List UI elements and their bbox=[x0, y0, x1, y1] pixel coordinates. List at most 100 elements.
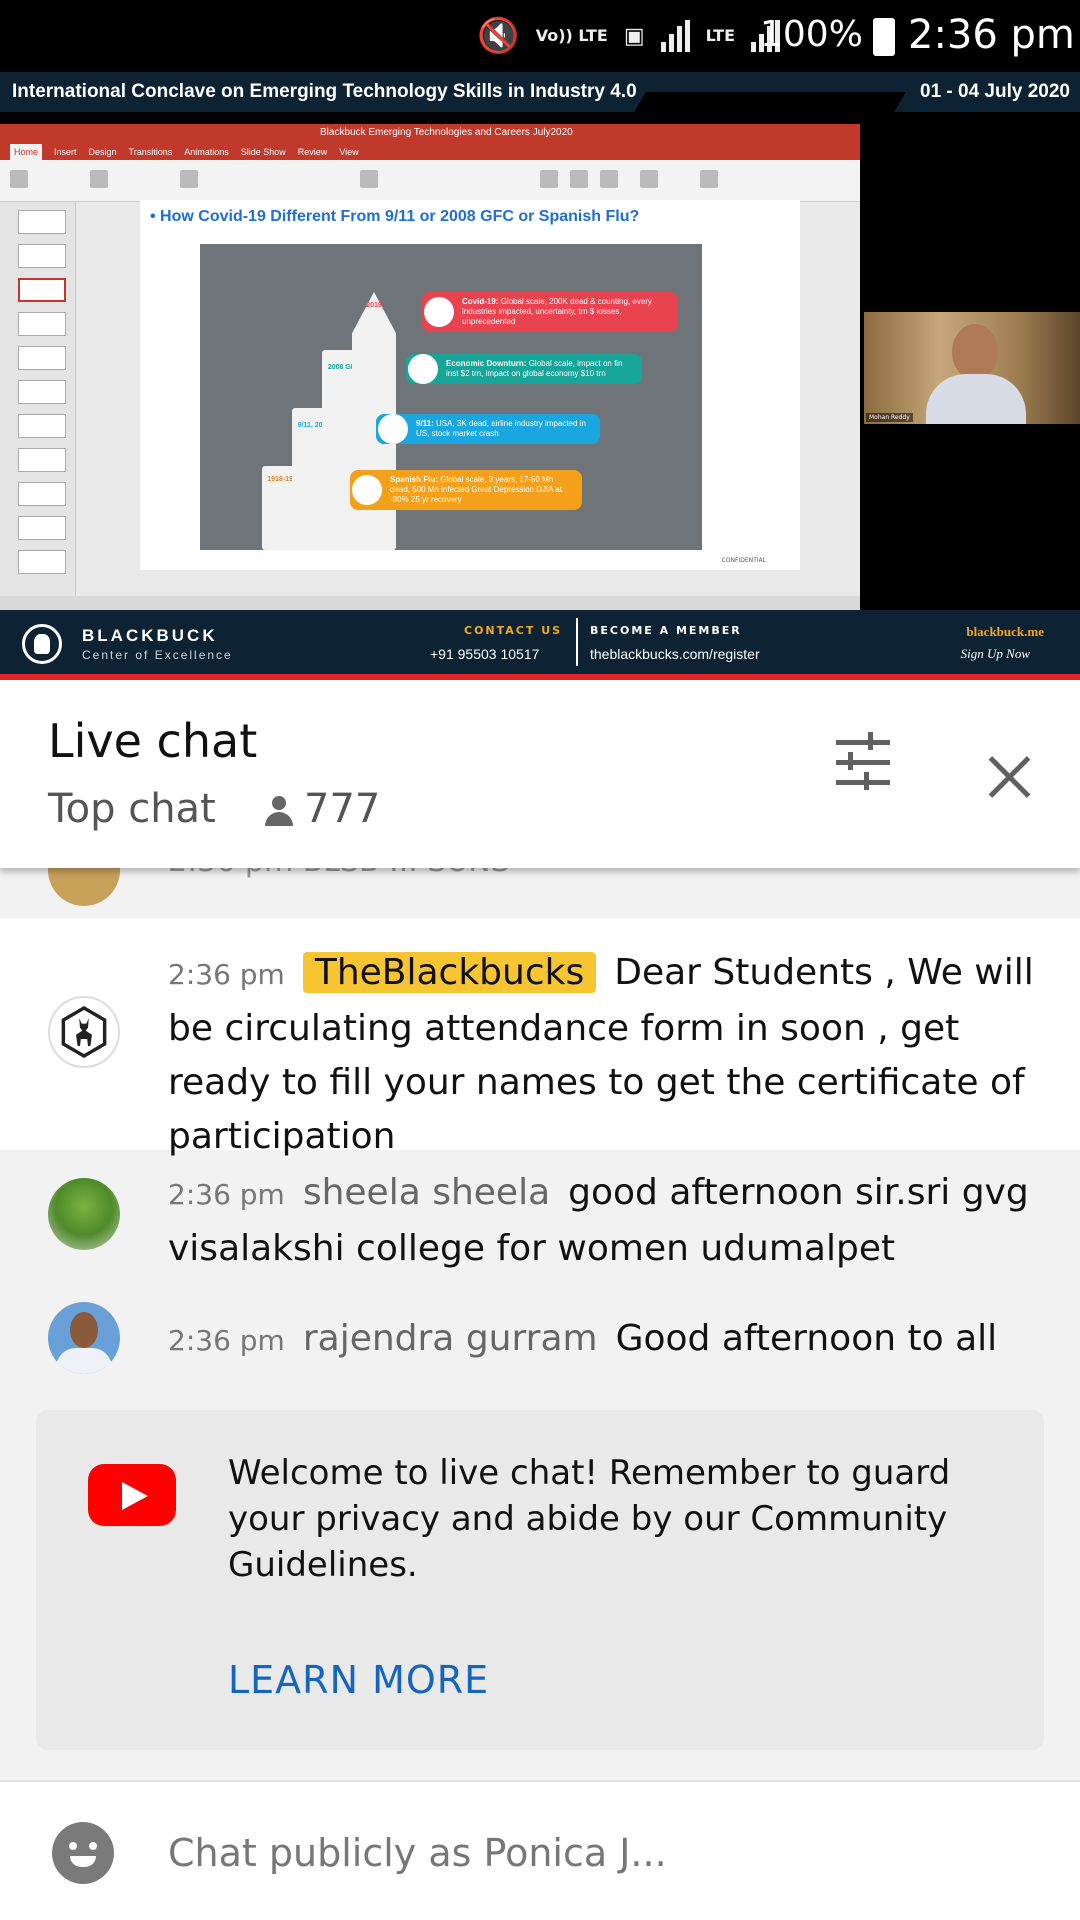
callout-economic: Economic Downturn: Global scale, impact … bbox=[406, 354, 642, 384]
shape-fill-icon bbox=[700, 170, 718, 188]
chat-title: Live chat bbox=[48, 714, 258, 768]
slide-thumbnail bbox=[18, 312, 66, 336]
avatar[interactable] bbox=[48, 1178, 120, 1250]
ppt-tab: Insert bbox=[54, 147, 77, 157]
battery-icon bbox=[873, 18, 895, 56]
font-icon bbox=[180, 170, 198, 188]
callout-heading: Covid-19: bbox=[462, 297, 499, 306]
message-text: Good afternoon to all bbox=[615, 1318, 998, 1359]
ppt-ribbon-tabs: Home Insert Design Transitions Animation… bbox=[0, 144, 860, 160]
ppt-titlebar: Blackbuck Emerging Technologies and Care… bbox=[0, 124, 860, 144]
chat-message-partial: 2:36 pm BLSB ... SUNS bbox=[0, 868, 1080, 918]
conference-dates: 01 - 04 July 2020 bbox=[920, 81, 1070, 102]
callout-text: USA, 3K dead, airline industry impacted … bbox=[416, 419, 586, 438]
tune-knob bbox=[864, 772, 869, 790]
avatar[interactable] bbox=[48, 1302, 120, 1374]
slide-thumbnail bbox=[18, 414, 66, 438]
chat-messages[interactable]: 2:36 pm BLSB ... SUNS 2:36 pm TheBlackbuc… bbox=[0, 868, 1080, 1780]
airplane-icon bbox=[378, 414, 408, 444]
ppt-tab: Design bbox=[88, 147, 117, 157]
virus-icon bbox=[424, 297, 454, 327]
ppt-tab: Transitions bbox=[128, 147, 173, 157]
presenter-name: Mohan Reddy bbox=[866, 413, 913, 422]
sim-icon: ▣ bbox=[623, 23, 645, 49]
chat-message[interactable]: 2:36 pm rajendra gurram Good afternoon to … bbox=[0, 1278, 1080, 1374]
message-author[interactable]: sheela sheela bbox=[303, 1172, 550, 1213]
signal-icon bbox=[660, 20, 690, 52]
message-body: 2:36 pm TheBlackbucks Dear Students , We w… bbox=[168, 946, 1040, 1164]
tune-icon[interactable] bbox=[830, 730, 896, 796]
chat-input-bar bbox=[0, 1780, 1080, 1920]
slide-thumbnail bbox=[18, 244, 66, 268]
presenter-head bbox=[952, 324, 998, 380]
owner-author-badge[interactable]: TheBlackbucks bbox=[302, 952, 597, 993]
slide-thumbnails bbox=[0, 202, 76, 596]
tune-line bbox=[836, 780, 890, 785]
callout-911: 9/11: USA, 3K dead, airline industry imp… bbox=[376, 414, 600, 444]
chat-message[interactable]: 2:36 pm TheBlackbucks Dear Students , We w… bbox=[0, 918, 1080, 1157]
message-body: 2:36 pm rajendra gurram Good afternoon to … bbox=[168, 1312, 1040, 1368]
slide-thumbnail bbox=[18, 482, 66, 506]
mute-icon: 🔇 bbox=[477, 16, 520, 56]
video-player[interactable]: International Conclave on Emerging Techn… bbox=[0, 72, 1080, 680]
brand-sub: Center of Excellence bbox=[82, 648, 233, 662]
lte-indicator: LTE bbox=[705, 26, 735, 45]
close-icon[interactable] bbox=[984, 752, 1034, 802]
paste-icon bbox=[10, 170, 28, 188]
brand-name: BLACKBUCK bbox=[82, 626, 218, 645]
money-icon bbox=[408, 354, 438, 384]
tune-line bbox=[836, 740, 890, 745]
ppt-tab: View bbox=[339, 147, 359, 157]
status-bar: 🔇 Vo)) LTE ▣ LTE 100% 2:36 pm bbox=[0, 0, 1080, 72]
conference-title: International Conclave on Emerging Techn… bbox=[12, 81, 637, 102]
slide-confidential: CONFIDENTIAL bbox=[721, 557, 766, 564]
avatar-shirt bbox=[56, 1348, 112, 1374]
stair-label: 2019 bbox=[366, 302, 382, 309]
slide-thumbnail bbox=[18, 210, 66, 234]
status-time: 2:36 pm bbox=[908, 12, 1075, 58]
partial-message-text: 2:36 pm BLSB ... SUNS bbox=[168, 868, 510, 879]
blackbuck-logo-icon bbox=[22, 624, 62, 664]
message-text: Dear Students , We will be circulating a… bbox=[168, 952, 1034, 1157]
ppt-ribbon bbox=[0, 160, 860, 202]
footer-divider bbox=[576, 618, 578, 666]
emoji-icon[interactable] bbox=[52, 1822, 114, 1884]
ppt-tab: Review bbox=[297, 147, 328, 157]
message-body: 2:36 pm sheela sheela good afternoon sir.s… bbox=[168, 1166, 1040, 1276]
avatar[interactable] bbox=[48, 996, 120, 1068]
chat-mode-dropdown[interactable]: Top chat bbox=[48, 786, 216, 832]
callout-covid: Covid-19: Global scale, 200K dead & coun… bbox=[422, 292, 678, 332]
callout-heading: Spanish Flu: bbox=[390, 475, 438, 484]
message-time: 2:36 pm bbox=[168, 1178, 285, 1211]
slide-thumbnail bbox=[18, 380, 66, 404]
slide-infographic: 1918-1920 9/11, 2001 2008 GFC 2019 Covid… bbox=[200, 244, 702, 550]
slide-title: • How Covid-19 Different From 9/11 or 20… bbox=[150, 208, 640, 225]
member-label: BECOME A MEMBER bbox=[590, 624, 742, 637]
youtube-logo-icon bbox=[88, 1464, 176, 1526]
battery-percent: 100% bbox=[760, 14, 863, 55]
textbox-icon bbox=[600, 170, 618, 188]
conference-banner: International Conclave on Emerging Techn… bbox=[0, 72, 1080, 112]
person-icon bbox=[264, 796, 294, 826]
contact-label: CONTACT US bbox=[464, 624, 563, 637]
callout-heading: 9/11: bbox=[416, 419, 434, 428]
slide: • How Covid-19 Different From 9/11 or 20… bbox=[140, 200, 800, 570]
avatar bbox=[48, 868, 120, 906]
slide-thumbnail bbox=[18, 516, 66, 540]
callout-spanish-flu: Spanish Flu: Global scale, 3 years, 17-5… bbox=[350, 470, 582, 510]
status-icons: 🔇 Vo)) LTE ▣ LTE bbox=[477, 14, 780, 58]
avatar-face bbox=[70, 1312, 98, 1348]
slide-thumbnail bbox=[18, 448, 66, 472]
chat-header: Live chat Top chat 777 bbox=[0, 680, 1080, 868]
message-time: 2:36 pm bbox=[168, 1324, 285, 1357]
ppt-tab: Slide Show bbox=[240, 147, 286, 157]
tune-line bbox=[836, 760, 890, 765]
paragraph-icon bbox=[360, 170, 378, 188]
contact-phone: +91 95503 10517 bbox=[430, 646, 540, 662]
ppt-statusbar bbox=[0, 596, 860, 610]
chat-message[interactable]: 2:36 pm sheela sheela good afternoon sir.s… bbox=[0, 1150, 1080, 1276]
banner-divider bbox=[634, 92, 906, 112]
chat-input[interactable] bbox=[168, 1818, 1028, 1888]
message-author[interactable]: rajendra gurram bbox=[303, 1318, 598, 1359]
learn-more-link[interactable]: LEARN MORE bbox=[228, 1658, 489, 1702]
